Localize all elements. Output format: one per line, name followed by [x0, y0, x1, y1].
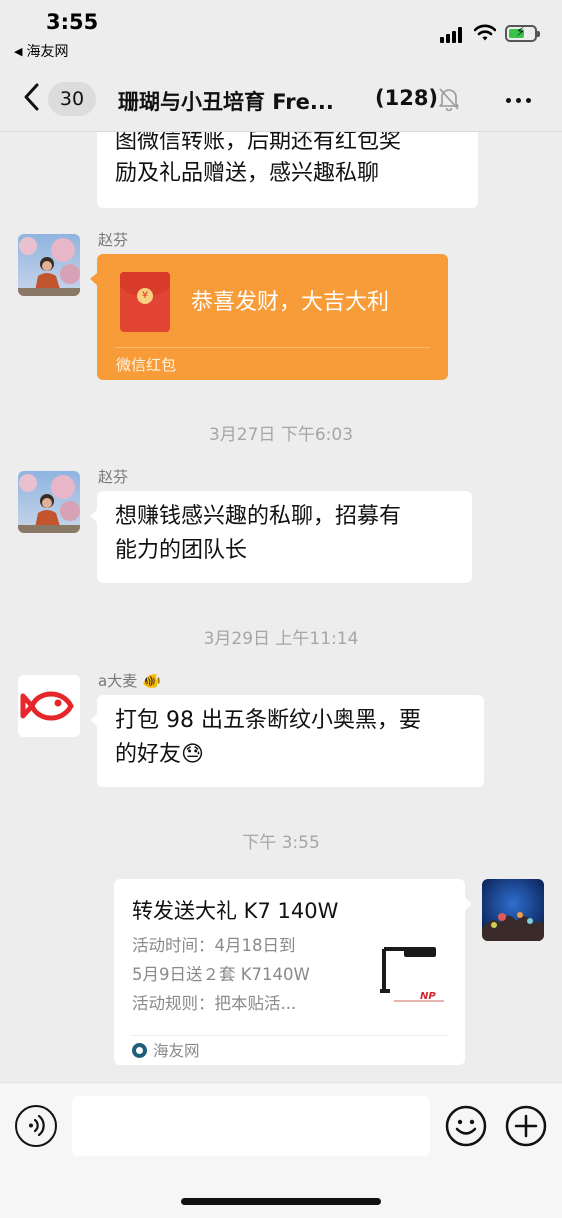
avatar[interactable]	[18, 234, 80, 296]
message-text-line: 能力的团队长	[115, 538, 248, 563]
wifi-icon	[474, 24, 496, 41]
avatar[interactable]	[18, 471, 80, 533]
card-desc-line: 5月9日送２套 K7140W	[132, 965, 310, 984]
card-divider	[132, 1035, 448, 1036]
sender-name: 赵芬	[98, 468, 129, 486]
card-desc-line: 活动时间：4月18日到	[132, 936, 296, 955]
charging-bolt-icon: ⚡	[516, 25, 526, 40]
fish-emoji-icon: 🐠	[141, 672, 161, 690]
message-text-line: 的好友😓	[115, 738, 466, 772]
return-app-name: 海友网	[26, 44, 69, 60]
source-app-icon	[132, 1042, 147, 1058]
cellular-signal-icon	[440, 27, 462, 43]
message-text-line: 打包 98 出五条断纹小奥黑，要	[115, 708, 421, 733]
avatar[interactable]	[18, 675, 80, 737]
back-chevron-icon[interactable]	[20, 82, 44, 112]
svg-text:NP: NP	[420, 991, 436, 1002]
back-triangle-icon: ◀	[14, 44, 23, 58]
emoji-icon[interactable]	[445, 1105, 487, 1147]
sender-name-text: a大麦	[98, 672, 138, 690]
sender-name: 赵芬	[98, 231, 129, 249]
message-text-line: 励及礼品赠送，感兴趣私聊	[115, 161, 380, 186]
message-bubble[interactable]: 想赚钱感兴趣的私聊，招募有 能力的团队长	[90, 491, 472, 583]
red-packet-label: 微信红包	[116, 356, 177, 374]
link-card-message[interactable]: 转发送大礼 K7 140W 活动时间：4月18日到 5月9日送２套 K7140W…	[114, 879, 472, 1065]
message-text-fragment: 的好友	[115, 742, 182, 767]
card-title: 转发送大礼 K7 140W	[132, 899, 339, 923]
my-avatar[interactable]	[482, 879, 544, 941]
product-lamp-thumbnail-icon: NP	[376, 939, 448, 1011]
red-fish-logo-icon	[18, 675, 80, 737]
voice-icon[interactable]	[15, 1105, 57, 1147]
card-source-name: 海友网	[153, 1042, 200, 1060]
avatar-photo-icon	[18, 471, 80, 533]
red-envelope-icon: ¥	[120, 272, 170, 332]
coin-icon: ¥	[137, 288, 153, 304]
card-source: 海友网	[132, 1039, 200, 1061]
card-description: 活动时间：4月18日到 5月9日送２套 K7140W 活动规则：把本贴活...	[132, 931, 352, 1018]
voice-waves-icon	[29, 1114, 45, 1137]
mute-bell-icon	[439, 88, 459, 111]
avatar-photo-icon	[18, 234, 80, 296]
more-icon[interactable]	[506, 98, 531, 103]
red-packet-message[interactable]: ¥ 恭喜发财，大吉大利 微信红包	[90, 254, 448, 380]
timestamp: 3月29日 上午11:14	[203, 629, 359, 649]
message-text-line: 图微信转账，后期还有红包奖	[115, 132, 402, 154]
chat-title: 珊瑚与小丑培育 Fre...	[118, 90, 334, 114]
sweat-emoji-icon: 😓	[181, 742, 204, 767]
battery-icon: ⚡	[505, 25, 540, 42]
timestamp: 3月27日 下午6:03	[208, 425, 354, 445]
aquarium-avatar-icon	[482, 879, 544, 941]
message-text-line: 想赚钱感兴趣的私聊，招募有	[115, 504, 402, 529]
status-bar: 3:55 ◀ 海友网 ⚡	[0, 0, 562, 64]
timestamp: 下午 3:55	[242, 833, 320, 853]
sender-name: a大麦 🐠	[98, 670, 161, 691]
plus-icon[interactable]	[505, 1105, 547, 1147]
return-to-app-link[interactable]: ◀ 海友网	[14, 41, 68, 61]
card-desc-line: 活动规则：把本贴活...	[132, 994, 297, 1013]
unread-count-badge[interactable]: 30	[48, 82, 96, 116]
member-count: (128)	[375, 86, 439, 110]
message-bubble[interactable]: 图微信转账，后期还有红包奖 励及礼品赠送，感兴趣私聊	[97, 132, 478, 208]
message-list[interactable]: 图微信转账，后期还有红包奖 励及礼品赠送，感兴趣私聊 赵芬 ¥ 恭喜发财，大吉大…	[0, 132, 562, 1082]
red-packet-greeting: 恭喜发财，大吉大利	[191, 290, 390, 315]
chat-nav-bar: 30 珊瑚与小丑培育 Fre... (128)	[0, 64, 562, 132]
message-input[interactable]	[72, 1096, 430, 1156]
message-bubble[interactable]: 打包 98 出五条断纹小奥黑，要 的好友😓	[90, 695, 484, 787]
red-packet-divider	[115, 347, 430, 348]
status-time: 3:55	[46, 10, 99, 34]
home-indicator[interactable]	[181, 1198, 381, 1205]
